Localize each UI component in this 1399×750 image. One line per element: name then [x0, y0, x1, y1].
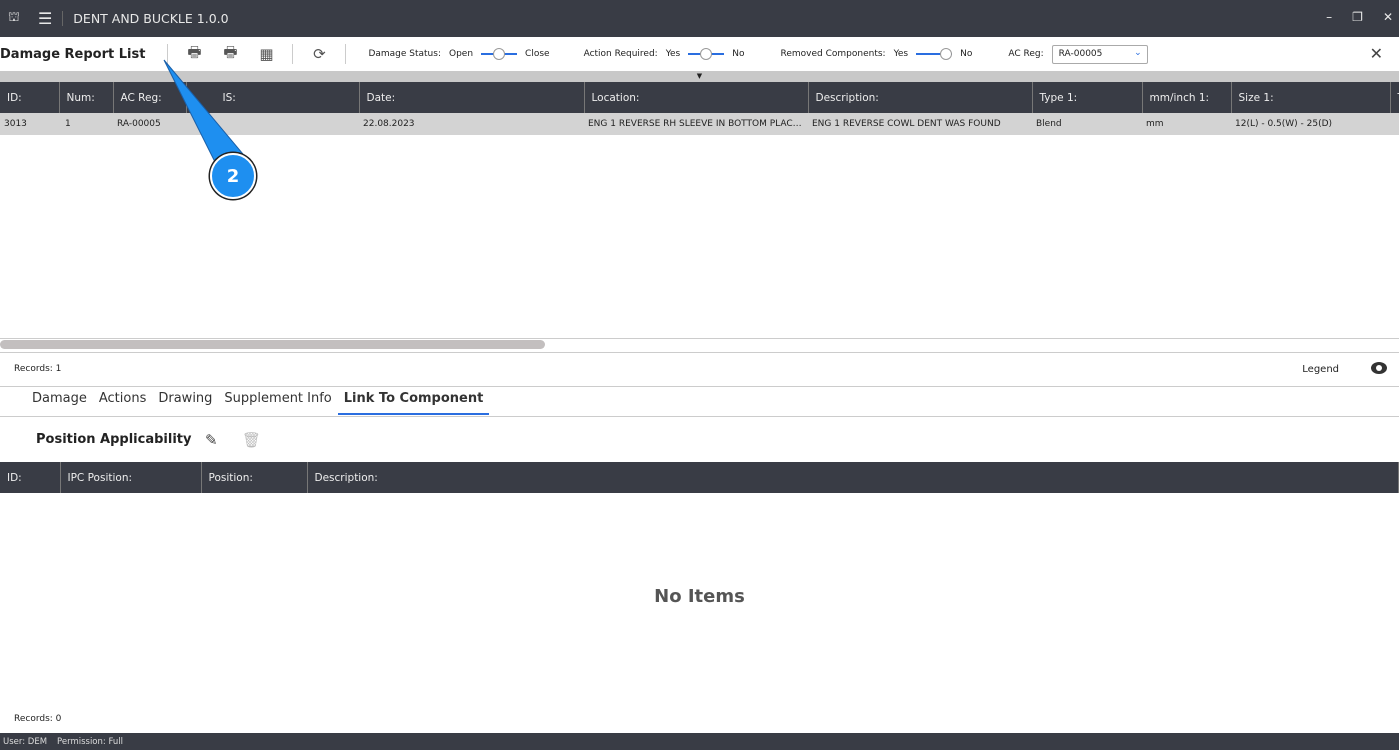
callout-pointer [163, 59, 249, 173]
step-callout: 2 [210, 153, 256, 199]
